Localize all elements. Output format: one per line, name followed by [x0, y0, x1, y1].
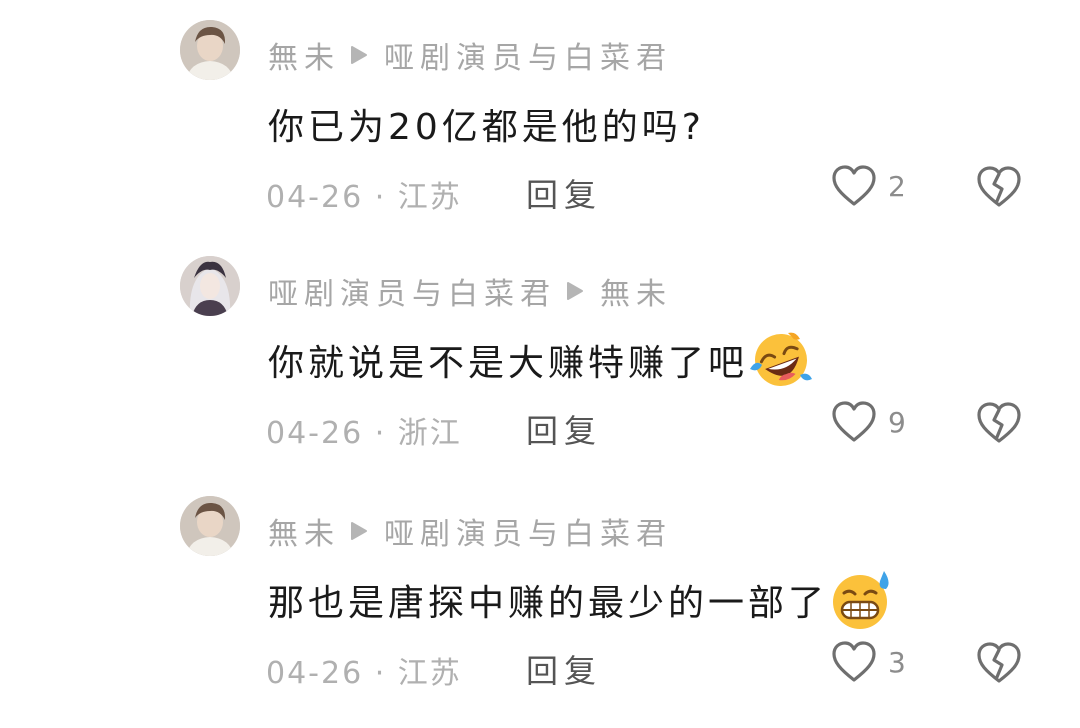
like-button[interactable]: 3 [830, 640, 906, 684]
avatar[interactable] [180, 256, 240, 316]
like-count: 2 [888, 169, 906, 203]
meta-separator: · [363, 180, 398, 215]
broken-heart-icon [976, 641, 1022, 685]
rolling-laughing-emoji [748, 329, 814, 391]
comment-author-line: 哑剧演员与白菜君 無未 [268, 269, 672, 313]
comment-item: 無未 哑剧演员与白菜君 你已为20亿都是他的吗? 04-26 · 江苏 回复 2 [0, 0, 1080, 240]
comment-location: 江苏 [397, 656, 462, 691]
author-name[interactable]: 無未 [268, 509, 340, 553]
comment-text-content: 你就说是不是大赚特赚了吧 [268, 343, 749, 384]
grinning-sweat-emoji [828, 569, 894, 631]
comment-meta: 04-26 · 江苏 [266, 648, 462, 692]
like-count: 9 [888, 405, 906, 439]
play-arrow-icon [350, 521, 368, 541]
like-button[interactable]: 2 [830, 164, 906, 208]
broken-heart-icon [976, 165, 1022, 209]
comment-item: 無未 哑剧演员与白菜君 那也是唐探中赚的最少的一部了 04-26 · 江苏 回复 [0, 476, 1080, 716]
comment-author-line: 無未 哑剧演员与白菜君 [268, 509, 672, 553]
comment-text: 你已为20亿都是他的吗? [268, 96, 705, 152]
comment-item: 哑剧演员与白菜君 無未 你就说是不是大赚特赚了吧 04-26 · 浙江 回复 9 [0, 236, 1080, 476]
comment-location: 浙江 [397, 416, 462, 451]
reply-to-name[interactable]: 無未 [600, 269, 672, 313]
comment-date: 04-26 [266, 656, 364, 691]
like-button[interactable]: 9 [830, 400, 906, 444]
comment-text: 你就说是不是大赚特赚了吧 [268, 332, 814, 388]
play-arrow-icon [350, 45, 368, 65]
play-arrow-icon [566, 281, 584, 301]
avatar[interactable] [180, 20, 240, 80]
avatar[interactable] [180, 496, 240, 556]
comment-meta: 04-26 · 江苏 [266, 172, 462, 216]
comment-text-content: 你已为20亿都是他的吗? [268, 107, 705, 148]
dislike-button[interactable] [976, 401, 1022, 445]
reply-button[interactable]: 回复 [526, 406, 602, 452]
reply-button[interactable]: 回复 [526, 646, 602, 692]
comment-author-line: 無未 哑剧演员与白菜君 [268, 33, 672, 77]
broken-heart-icon [976, 401, 1022, 445]
meta-separator: · [363, 416, 398, 451]
like-count: 3 [888, 645, 906, 679]
author-name[interactable]: 哑剧演员与白菜君 [268, 269, 556, 313]
dislike-button[interactable] [976, 641, 1022, 685]
reply-to-name[interactable]: 哑剧演员与白菜君 [384, 33, 672, 77]
comment-meta: 04-26 · 浙江 [266, 408, 462, 452]
comment-location: 江苏 [397, 180, 462, 215]
dislike-button[interactable] [976, 165, 1022, 209]
heart-outline-icon [830, 164, 878, 208]
heart-outline-icon [830, 400, 878, 444]
author-name[interactable]: 無未 [268, 33, 340, 77]
comment-date: 04-26 [266, 416, 364, 451]
comment-date: 04-26 [266, 180, 364, 215]
reply-to-name[interactable]: 哑剧演员与白菜君 [384, 509, 672, 553]
reply-button[interactable]: 回复 [526, 170, 602, 216]
heart-outline-icon [830, 640, 878, 684]
comment-text: 那也是唐探中赚的最少的一部了 [268, 569, 894, 631]
meta-separator: · [363, 656, 398, 691]
comment-text-content: 那也是唐探中赚的最少的一部了 [268, 583, 829, 624]
